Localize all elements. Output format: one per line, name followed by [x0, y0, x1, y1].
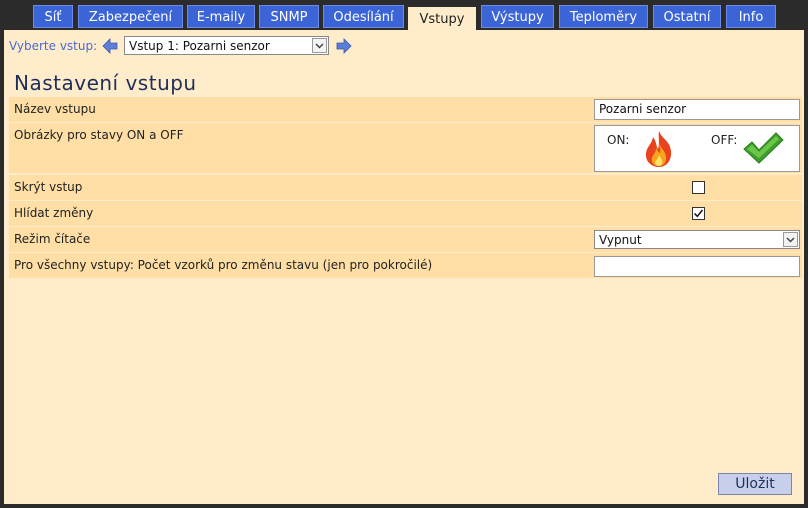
input-selector-row: Vyberte vstup: Vstup 1: Pozarni senzor	[9, 36, 409, 56]
on-label: ON:	[607, 133, 630, 147]
tab-odesilani[interactable]: Odesílání	[323, 5, 404, 28]
arrow-right-icon[interactable]	[336, 38, 352, 54]
watch-changes-checkbox[interactable]	[692, 207, 705, 220]
hide-input-checkbox[interactable]	[692, 181, 705, 194]
arrow-left-icon[interactable]	[102, 38, 118, 54]
input-name-field[interactable]: Pozarni senzor	[594, 99, 800, 120]
hide-input-label: Skrýt vstup	[14, 180, 83, 194]
row-hide-input: Skrýt vstup	[9, 175, 802, 200]
check-mark-icon[interactable]	[742, 130, 784, 166]
input-select-value: Vstup 1: Pozarni senzor	[129, 39, 270, 53]
row-input-name: Název vstupu Pozarni senzor	[9, 97, 802, 122]
input-name-value: Pozarni senzor	[599, 102, 687, 116]
counter-mode-label: Režim čítače	[14, 232, 91, 246]
settings-panel: Vyberte vstup: Vstup 1: Pozarni senzor N…	[4, 30, 804, 504]
row-sample-count: Pro všechny vstupy: Počet vzorků pro změ…	[9, 253, 802, 278]
counter-mode-select[interactable]: Vypnut	[594, 230, 800, 249]
save-button[interactable]: Uložit	[718, 473, 792, 495]
tab-ostatni[interactable]: Ostatní	[653, 5, 721, 28]
section-title: Nastavení vstupu	[14, 71, 197, 95]
tab-emaily[interactable]: E-maily	[187, 5, 255, 28]
tab-info[interactable]: Info	[726, 5, 776, 28]
tab-vystupy[interactable]: Výstupy	[481, 5, 554, 28]
tab-vstupy[interactable]: Vstupy	[408, 7, 476, 31]
input-select[interactable]: Vstup 1: Pozarni senzor	[124, 36, 329, 55]
state-images-box: ON: OFF:	[594, 125, 800, 172]
tab-zabezpeceni[interactable]: Zabezpečení	[78, 5, 183, 28]
input-name-label: Název vstupu	[14, 102, 96, 116]
tab-bar: Síť Zabezpečení E-maily SNMP Odesílání V…	[0, 0, 808, 31]
row-counter-mode: Režim čítače Vypnut	[9, 227, 802, 252]
input-selector-label: Vyberte vstup:	[9, 39, 98, 53]
chevron-down-icon	[312, 38, 327, 53]
row-watch-changes: Hlídat změny	[9, 201, 802, 226]
off-label: OFF:	[711, 133, 738, 147]
state-images-label: Obrázky pro stavy ON a OFF	[14, 128, 184, 142]
sample-count-field[interactable]	[594, 256, 800, 277]
tab-teplomery[interactable]: Teploměry	[559, 5, 648, 28]
fire-icon[interactable]	[640, 129, 678, 169]
checkbox-check-icon	[693, 209, 704, 218]
row-state-images: Obrázky pro stavy ON a OFF ON: OFF:	[9, 123, 802, 173]
sample-count-label: Pro všechny vstupy: Počet vzorků pro změ…	[14, 258, 433, 272]
watch-changes-label: Hlídat změny	[14, 206, 94, 220]
counter-mode-value: Vypnut	[599, 233, 642, 247]
tab-sit[interactable]: Síť	[33, 5, 73, 28]
chevron-down-icon	[783, 232, 798, 247]
tab-snmp[interactable]: SNMP	[259, 5, 319, 28]
